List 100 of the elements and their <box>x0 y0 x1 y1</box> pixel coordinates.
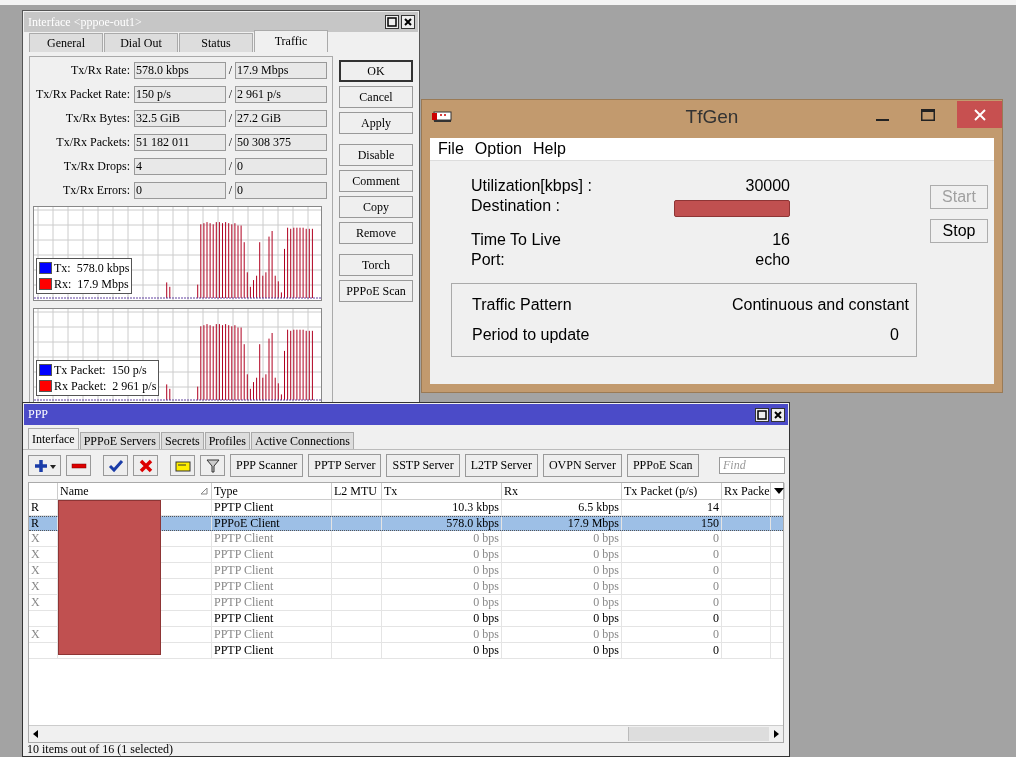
value-field: 0 <box>235 158 327 175</box>
menu-item[interactable]: Help <box>530 140 575 158</box>
toolbar-button[interactable]: OVPN Server <box>542 454 622 477</box>
column-header[interactable]: Rx <box>504 483 518 499</box>
comment-button[interactable] <box>170 455 195 476</box>
table-cell: 0 bps <box>382 563 502 578</box>
toolbar-button[interactable]: SSTP Server <box>386 454 460 477</box>
tab[interactable]: Dial Out <box>104 33 178 52</box>
comment-icon <box>174 458 191 473</box>
toolbar-button[interactable]: PPTP Server <box>308 454 382 477</box>
close-icon <box>401 15 415 29</box>
horizontal-scrollbar[interactable] <box>29 725 783 742</box>
column-header[interactable]: Tx Packet (p/s) <box>624 483 698 499</box>
field-label: Tx/Rx Packet Rate: <box>35 87 131 102</box>
legend-label: Tx Packet: 150 p/s <box>54 362 147 378</box>
field-value: 0 <box>890 326 900 344</box>
dialog-button[interactable]: Torch <box>339 254 413 276</box>
table-cell: PPTP Client <box>212 643 332 658</box>
tab[interactable]: Active Connections <box>251 432 354 449</box>
add-button[interactable] <box>28 455 61 476</box>
tab[interactable]: Secrets <box>161 432 204 449</box>
field-label: Tx/Rx Bytes: <box>64 111 131 126</box>
tab[interactable]: Interface <box>28 428 79 449</box>
field-value: Continuous and constant <box>732 296 909 314</box>
dialog-button[interactable]: OK <box>339 60 413 82</box>
table-cell: PPTP Client <box>212 547 332 562</box>
dialog-button[interactable]: Remove <box>339 222 413 244</box>
dialog-button[interactable]: Comment <box>339 170 413 192</box>
table-cell: PPTP Client <box>212 627 332 642</box>
menu-item[interactable]: Option <box>472 140 531 158</box>
field-label: Destination : <box>471 197 560 215</box>
window-title: Interface <pppoe-out1> <box>28 14 142 30</box>
column-header[interactable]: L2 MTU <box>334 483 377 499</box>
table-cell: 0 bps <box>502 627 622 642</box>
tab[interactable]: PPPoE Servers <box>79 432 160 449</box>
disable-icon <box>137 458 154 473</box>
dialog-button[interactable]: Cancel <box>339 86 413 108</box>
field-label: Time To Live <box>471 231 561 249</box>
dialog-button[interactable]: Stop <box>930 219 988 243</box>
table-cell: 0 <box>622 579 722 594</box>
column-header[interactable]: Type <box>214 483 238 499</box>
field-label: Period to update <box>472 326 590 344</box>
separator-slash: / <box>227 63 234 78</box>
add-icon <box>32 458 57 473</box>
dialog-button[interactable]: PPPoE Scan <box>339 280 413 302</box>
value-field: 27.2 GiB <box>235 110 327 127</box>
menu-item[interactable]: File <box>436 140 473 158</box>
field-label: Tx/Rx Errors: <box>62 183 131 198</box>
close-icon <box>771 407 785 422</box>
table-cell: 0 bps <box>502 595 622 610</box>
value-field: 2 961 p/s <box>235 86 327 103</box>
table-cell: 0 bps <box>502 531 622 546</box>
dialog-button[interactable]: Apply <box>339 112 413 134</box>
separator-slash: / <box>227 111 234 126</box>
field-label: Traffic Pattern <box>472 296 572 314</box>
column-header[interactable]: Tx <box>384 483 398 499</box>
filter-button[interactable] <box>200 455 225 476</box>
separator-slash: / <box>227 183 234 198</box>
search-field[interactable]: Find <box>719 457 785 474</box>
field-label: Port: <box>471 251 505 269</box>
tab[interactable]: Status <box>179 33 253 52</box>
legend-label: Rx Packet: 2 961 p/s <box>54 378 157 394</box>
remove-button[interactable] <box>66 455 91 476</box>
tab[interactable]: General <box>29 33 103 52</box>
maximize-icon <box>385 15 399 29</box>
value-field: 51 182 011 <box>134 134 226 151</box>
table-cell: 10.3 kbps <box>382 500 502 515</box>
enable-button[interactable] <box>103 455 128 476</box>
table-cell: 17.9 Mbps <box>502 517 622 530</box>
table-cell: PPTP Client <box>212 595 332 610</box>
table-cell: PPTP Client <box>212 611 332 626</box>
disable-button[interactable] <box>133 455 158 476</box>
filter-icon <box>204 458 221 473</box>
field-label: Tx/Rx Drops: <box>62 159 131 174</box>
field-label: Utilization[kbps] : <box>471 177 592 195</box>
tab[interactable]: Profiles <box>204 432 250 449</box>
field-label: Tx/Rx Packets: <box>55 135 131 150</box>
toolbar-button[interactable]: PPPoE Scan <box>626 454 699 477</box>
table-cell: 0 <box>622 595 722 610</box>
table-cell: PPPoE Client <box>212 517 332 530</box>
window-title: PPP <box>28 407 49 422</box>
dialog-button[interactable]: Disable <box>339 144 413 166</box>
minimize-icon <box>875 118 889 121</box>
table-cell: 6.5 kbps <box>502 500 622 515</box>
value-field: 4 <box>134 158 226 175</box>
value-field: 150 p/s <box>134 86 226 103</box>
value-field: 0 <box>235 182 327 199</box>
column-header[interactable]: Name <box>60 483 89 499</box>
field-label: Tx/Rx Rate: <box>70 63 131 78</box>
table-cell: 0 bps <box>382 611 502 626</box>
toolbar-button[interactable]: PPP Scanner <box>230 454 304 477</box>
window-title: TfGen <box>685 106 739 128</box>
column-header[interactable]: Rx Packe <box>724 483 770 499</box>
dialog-button[interactable]: Copy <box>339 196 413 218</box>
table-cell: 0 bps <box>382 579 502 594</box>
toolbar-button[interactable]: L2TP Server <box>464 454 538 477</box>
table-cell: 0 <box>622 611 722 626</box>
table-cell: 150 <box>622 517 722 530</box>
app-icon <box>432 109 452 122</box>
tab[interactable]: Traffic <box>254 30 328 52</box>
